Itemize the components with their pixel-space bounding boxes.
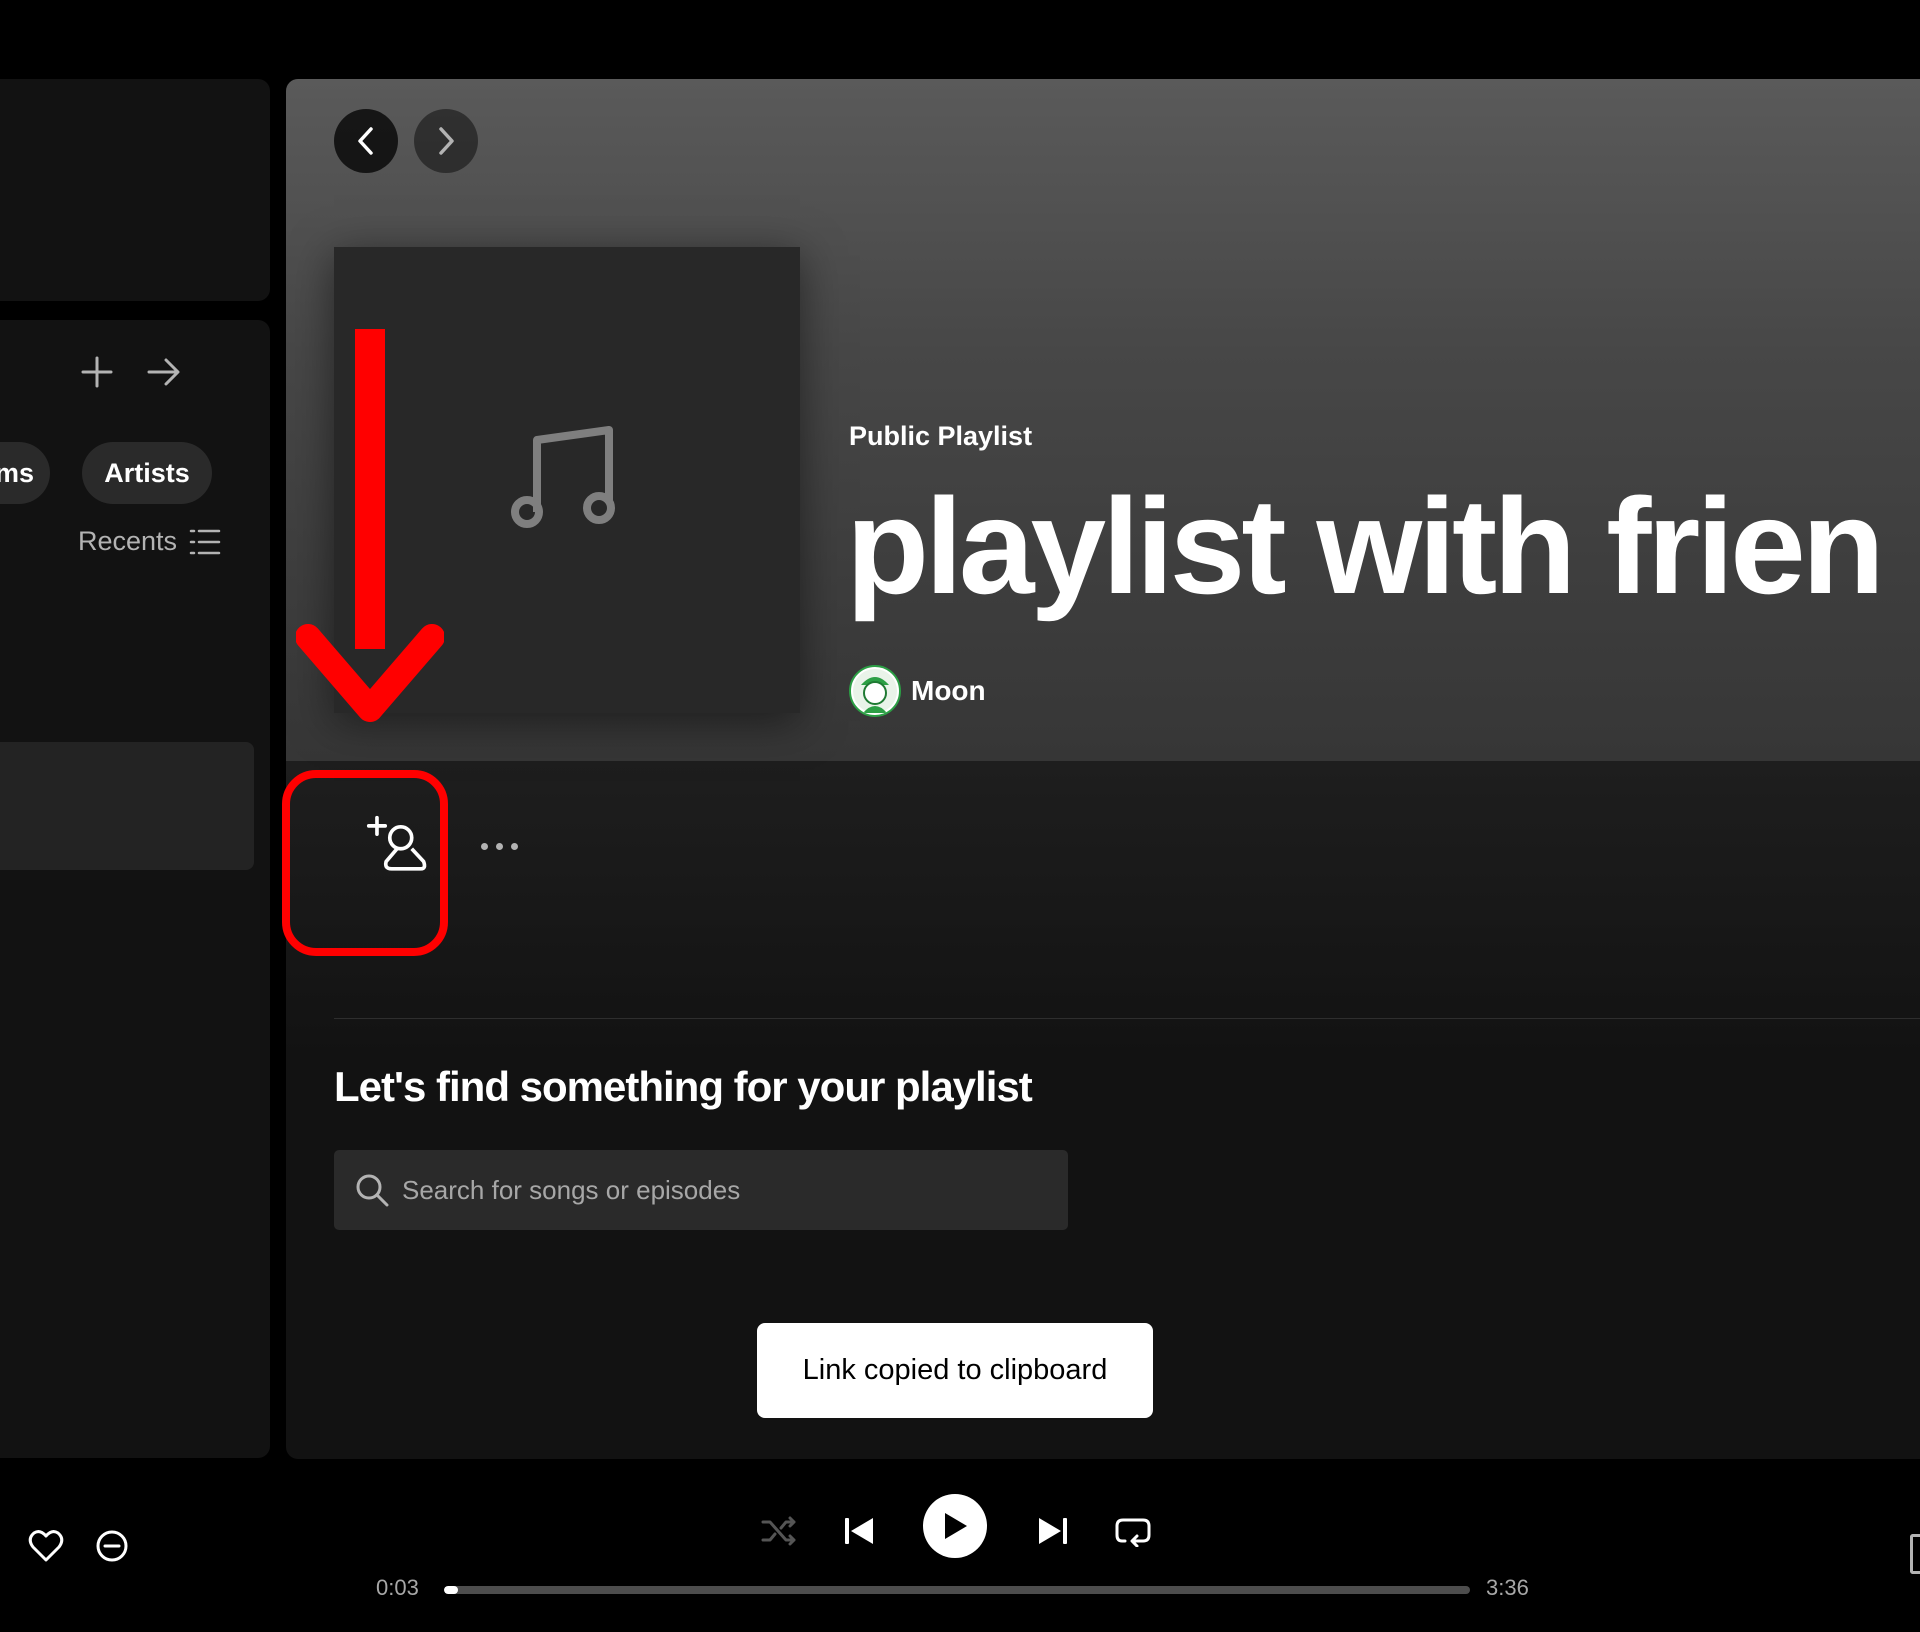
progress-bar[interactable]: [444, 1586, 1470, 1594]
more-options-button[interactable]: [464, 824, 534, 868]
shuffle-icon: [761, 1516, 796, 1546]
action-bar-background: [286, 761, 1920, 1061]
main-view: Public Playlist playlist with frien Moon…: [286, 79, 1920, 1459]
chevron-right-icon: [439, 127, 454, 155]
search-box[interactable]: [334, 1150, 1068, 1230]
player-left-controls: [28, 1528, 130, 1569]
toast-message: Link copied to clipboard: [802, 1354, 1108, 1386]
repeat-icon: [1115, 1518, 1151, 1547]
more-icon: [495, 842, 503, 850]
next-button[interactable]: [1030, 1508, 1076, 1554]
chevron-left-icon: [358, 127, 373, 155]
owner-name: Moon: [911, 675, 986, 706]
avatar: [849, 665, 901, 717]
skip-forward-icon: [1039, 1518, 1067, 1544]
filter-chip-label: Artists: [104, 457, 190, 488]
like-button[interactable]: [28, 1529, 64, 1568]
annotation-highlight-box: [282, 770, 448, 956]
sidebar-home-panel: [0, 79, 270, 301]
skip-back-icon: [845, 1518, 873, 1544]
search-icon: [356, 1174, 389, 1207]
play-button[interactable]: [923, 1494, 987, 1558]
shuffle-button[interactable]: [756, 1508, 802, 1554]
now-playing-view-icon[interactable]: [1910, 1534, 1920, 1574]
filter-chip-artists[interactable]: Artists: [82, 442, 212, 504]
sort-recents-button[interactable]: Recents: [78, 526, 221, 557]
playlist-type-label: Public Playlist: [849, 421, 1033, 451]
hide-song-button[interactable]: [94, 1528, 130, 1569]
find-section-title: Let's find something for your playlist: [334, 1063, 1033, 1110]
elapsed-time: 0:03: [376, 1575, 419, 1600]
library-item-selected[interactable]: [0, 742, 254, 870]
progress-fill: [444, 1586, 459, 1594]
duration-time: 3:36: [1486, 1575, 1529, 1600]
more-icon: [510, 842, 518, 850]
play-icon: [945, 1513, 967, 1539]
annotation-arrow: [296, 329, 444, 722]
arrow-right-icon: [147, 358, 180, 386]
filter-chip-label: ums: [0, 457, 34, 488]
repeat-button[interactable]: [1110, 1508, 1156, 1554]
avatar-icon: [853, 669, 897, 713]
filter-chip-albums[interactable]: ums: [0, 442, 50, 504]
sidebar-library-panel: ums Artists Recents: [0, 320, 270, 1458]
back-button[interactable]: [334, 109, 398, 173]
expand-library-button[interactable]: [146, 355, 182, 394]
toast-notification: Link copied to clipboard: [757, 1323, 1153, 1418]
search-input[interactable]: [400, 1173, 1004, 1207]
plus-icon: [81, 356, 113, 388]
playlist-title[interactable]: playlist with frien: [846, 465, 1885, 628]
previous-button[interactable]: [836, 1508, 882, 1554]
forward-button[interactable]: [414, 109, 478, 173]
create-playlist-button[interactable]: [80, 355, 114, 394]
minus-circle-icon: [96, 1530, 128, 1562]
music-note-icon: [511, 426, 615, 528]
more-icon: [480, 842, 488, 850]
list-icon: [189, 529, 221, 554]
playlist-owner[interactable]: Moon: [849, 665, 986, 717]
heart-icon: [28, 1530, 64, 1562]
sort-label: Recents: [78, 526, 178, 556]
section-divider: [334, 1018, 1920, 1019]
